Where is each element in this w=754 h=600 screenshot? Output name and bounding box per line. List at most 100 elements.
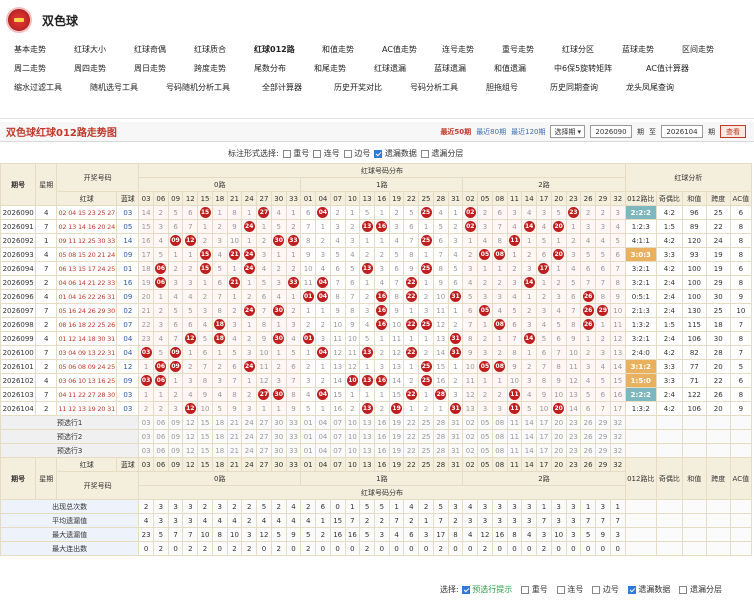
bottom-option-3[interactable]: 边号 xyxy=(592,584,619,595)
preselect-row[interactable]: 预选行1 03 06 09 12 15 18 21 24 27 30 33 01 04 07 10 13 16 19… xyxy=(0,415,753,430)
preselect-num[interactable]: 13 xyxy=(359,415,375,430)
preselect-num[interactable]: 03 xyxy=(138,443,154,458)
preselect-num[interactable]: 12 xyxy=(182,443,199,458)
preselect-num[interactable]: 20 xyxy=(550,415,567,430)
bottom-option-0[interactable]: 预选行提示 xyxy=(461,584,512,595)
nav-link[interactable]: 号码随机分析工具 xyxy=(166,82,262,93)
checkbox-checked-icon[interactable] xyxy=(374,149,383,158)
preselect-num[interactable]: 10 xyxy=(344,429,361,444)
preselect-num[interactable]: 26 xyxy=(580,415,596,430)
nav-link[interactable]: 随机选号工具 xyxy=(90,82,166,93)
checkbox-icon[interactable] xyxy=(521,585,530,594)
preselect-num[interactable]: 24 xyxy=(241,443,258,458)
preselect-num[interactable]: 29 xyxy=(595,415,611,430)
preselect-num[interactable]: 27 xyxy=(256,443,272,458)
preselect-num[interactable]: 25 xyxy=(418,429,434,444)
preselect-num[interactable]: 18 xyxy=(211,415,228,430)
preselect-num[interactable]: 12 xyxy=(182,415,199,430)
checkbox-checked-icon[interactable] xyxy=(461,585,470,594)
mark-option-3[interactable]: 遗漏数据 xyxy=(374,148,417,159)
preselect-num[interactable]: 01 xyxy=(300,429,317,444)
preselect-num[interactable]: 32 xyxy=(609,415,626,430)
nav-link[interactable]: AC值计算器 xyxy=(646,63,718,74)
preselect-num[interactable]: 21 xyxy=(226,415,243,430)
checkbox-icon[interactable] xyxy=(313,149,322,158)
nav-link[interactable]: 红球大小 xyxy=(74,44,134,55)
checkbox-icon[interactable] xyxy=(343,149,352,158)
preselect-num[interactable]: 09 xyxy=(167,443,184,458)
preselect-num[interactable]: 17 xyxy=(536,443,552,458)
bottom-option-4[interactable]: 遗漏数据 xyxy=(627,584,670,595)
preselect-num[interactable]: 33 xyxy=(285,429,302,444)
preselect-num[interactable]: 03 xyxy=(138,415,154,430)
recent120-link[interactable]: 最近120期 xyxy=(511,127,545,137)
query-button[interactable]: 查看 xyxy=(720,125,746,138)
checkbox-icon[interactable] xyxy=(592,585,601,594)
preselect-num[interactable]: 04 xyxy=(315,443,331,458)
nav-link[interactable]: 龙头凤尾查询 xyxy=(626,82,702,93)
nav-link[interactable]: 红球奇偶 xyxy=(134,44,194,55)
preselect-num[interactable]: 06 xyxy=(152,443,169,458)
preselect-num[interactable]: 14 xyxy=(521,443,538,458)
preselect-num[interactable]: 14 xyxy=(521,429,538,444)
preselect-num[interactable]: 16 xyxy=(373,415,390,430)
preselect-num[interactable]: 16 xyxy=(373,443,390,458)
preselect-num[interactable]: 12 xyxy=(182,429,199,444)
preselect-num[interactable]: 11 xyxy=(506,443,523,458)
preselect-num[interactable]: 32 xyxy=(609,443,626,458)
preselect-num[interactable]: 11 xyxy=(506,415,523,430)
preselect-num[interactable]: 31 xyxy=(447,415,464,430)
preselect-num[interactable]: 20 xyxy=(550,443,567,458)
nav-link[interactable]: 全部计算器 xyxy=(262,82,334,93)
from-period-input[interactable]: 2026090 xyxy=(590,125,632,138)
nav-link[interactable]: 红球遗漏 xyxy=(374,63,434,74)
preselect-num[interactable]: 13 xyxy=(359,429,375,444)
preselect-num[interactable]: 06 xyxy=(152,429,169,444)
preselect-num[interactable]: 23 xyxy=(565,415,582,430)
checkbox-icon[interactable] xyxy=(282,149,291,158)
nav-link[interactable]: 跨度走势 xyxy=(194,63,254,74)
nav-link[interactable]: 周四走势 xyxy=(74,63,134,74)
preselect-num[interactable]: 09 xyxy=(167,429,184,444)
preselect-num[interactable]: 06 xyxy=(152,415,169,430)
preselect-num[interactable]: 01 xyxy=(300,443,317,458)
nav-link[interactable]: 和值遗漏 xyxy=(494,63,554,74)
preselect-num[interactable]: 15 xyxy=(197,429,213,444)
checkbox-icon[interactable] xyxy=(420,149,429,158)
preselect-num[interactable]: 32 xyxy=(609,429,626,444)
preselect-num[interactable]: 02 xyxy=(462,443,479,458)
mark-option-0[interactable]: 重号 xyxy=(282,148,309,159)
preselect-num[interactable]: 22 xyxy=(403,415,420,430)
nav-link[interactable]: 中6保5旋转矩阵 xyxy=(554,63,646,74)
preselect-num[interactable]: 23 xyxy=(565,429,582,444)
nav-link[interactable]: 和值走势 xyxy=(322,44,382,55)
nav-link[interactable]: 重号走势 xyxy=(502,44,562,55)
preselect-num[interactable]: 15 xyxy=(197,443,213,458)
preselect-num[interactable]: 27 xyxy=(256,429,272,444)
preselect-num[interactable]: 28 xyxy=(432,415,449,430)
preselect-num[interactable]: 25 xyxy=(418,415,434,430)
preselect-num[interactable]: 18 xyxy=(211,443,228,458)
preselect-num[interactable]: 29 xyxy=(595,443,611,458)
preselect-num[interactable]: 09 xyxy=(167,415,184,430)
nav-link[interactable]: 缩水过滤工具 xyxy=(14,82,90,93)
preselect-num[interactable]: 21 xyxy=(226,429,243,444)
nav-link[interactable]: 历史同期查询 xyxy=(550,82,626,93)
preselect-num[interactable]: 28 xyxy=(432,443,449,458)
recent50-link[interactable]: 最近50期 xyxy=(440,127,471,137)
preselect-num[interactable]: 11 xyxy=(506,429,523,444)
nav-link[interactable]: 蓝球走势 xyxy=(622,44,682,55)
checkbox-icon[interactable] xyxy=(679,585,688,594)
preselect-num[interactable]: 22 xyxy=(403,429,420,444)
nav-link[interactable]: 周二走势 xyxy=(14,63,74,74)
nav-link[interactable]: 红球质合 xyxy=(194,44,254,55)
preselect-num[interactable]: 33 xyxy=(285,415,302,430)
preselect-num[interactable]: 19 xyxy=(388,415,405,430)
bottom-option-1[interactable]: 重号 xyxy=(521,584,548,595)
nav-link[interactable]: 红球012路 xyxy=(254,44,322,55)
preselect-num[interactable]: 24 xyxy=(241,415,258,430)
preselect-num[interactable]: 28 xyxy=(432,429,449,444)
preselect-row[interactable]: 预选行2 03 06 09 12 15 18 21 24 27 30 33 01 04 07 10 13 16 19… xyxy=(0,429,753,444)
preselect-num[interactable]: 19 xyxy=(388,429,405,444)
checkbox-icon[interactable] xyxy=(556,585,565,594)
